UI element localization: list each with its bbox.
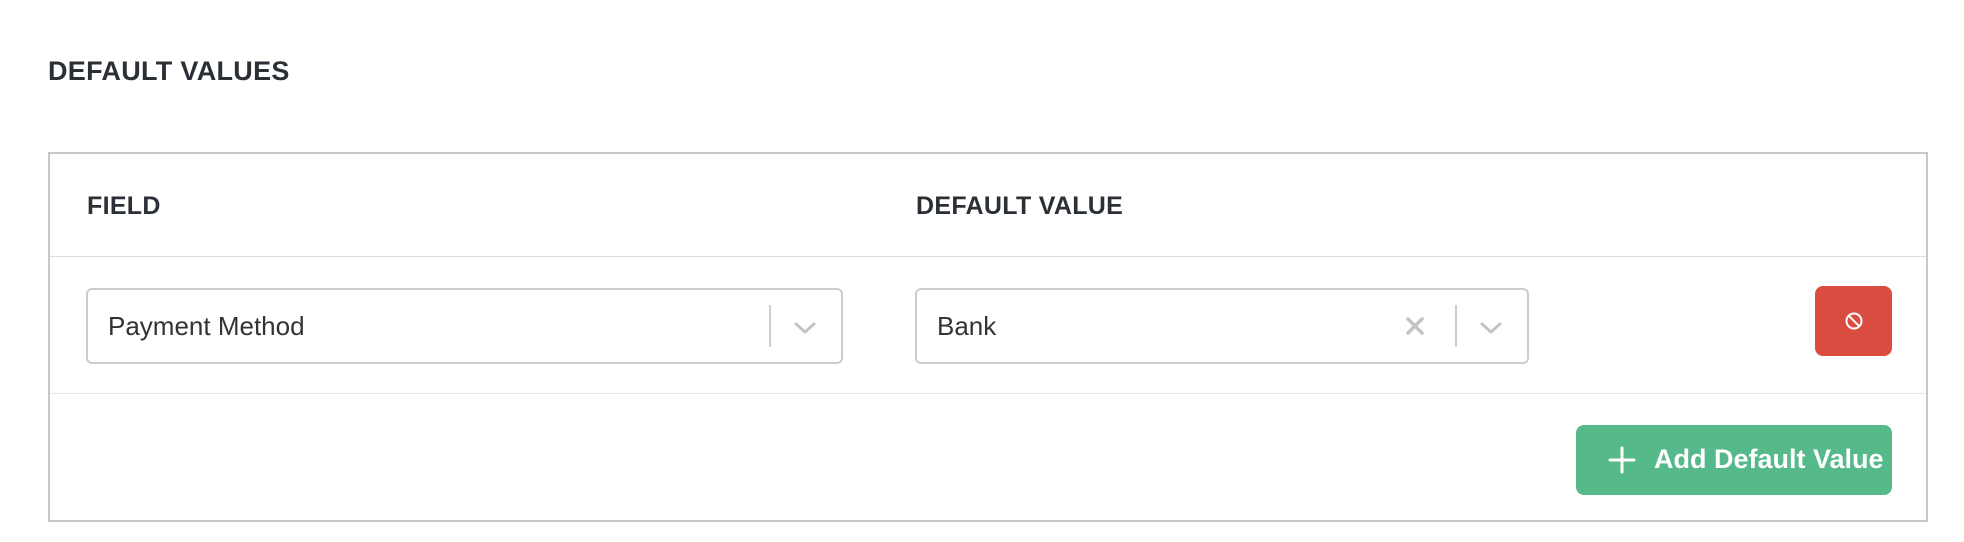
default-value-select-value: Bank (937, 311, 997, 341)
plus-icon (1608, 446, 1636, 474)
ban-icon (1845, 312, 1863, 330)
table-row: Payment Method Bank (50, 256, 1926, 394)
close-icon[interactable] (1401, 312, 1429, 340)
add-default-value-button[interactable]: Add Default Value (1576, 425, 1892, 495)
section-title: DEFAULT VALUES (48, 56, 290, 86)
column-header-field: FIELD (87, 192, 161, 220)
page: DEFAULT VALUES FIELD DEFAULT VALUE Payme… (0, 0, 1964, 542)
table-footer-row: Add Default Value (50, 394, 1926, 520)
chevron-down-icon[interactable] (791, 314, 819, 342)
select-separator (769, 305, 771, 347)
add-default-value-label: Add Default Value (1654, 444, 1884, 474)
default-values-table: FIELD DEFAULT VALUE Payment Method Bank (48, 152, 1928, 522)
field-select-value: Payment Method (108, 311, 305, 341)
column-header-default-value: DEFAULT VALUE (916, 192, 1124, 220)
field-select[interactable]: Payment Method (86, 288, 843, 364)
delete-row-button[interactable] (1815, 286, 1892, 356)
chevron-down-icon[interactable] (1477, 314, 1505, 342)
select-separator (1455, 305, 1457, 347)
table-header-row: FIELD DEFAULT VALUE (50, 154, 1926, 257)
default-value-select[interactable]: Bank (915, 288, 1529, 364)
